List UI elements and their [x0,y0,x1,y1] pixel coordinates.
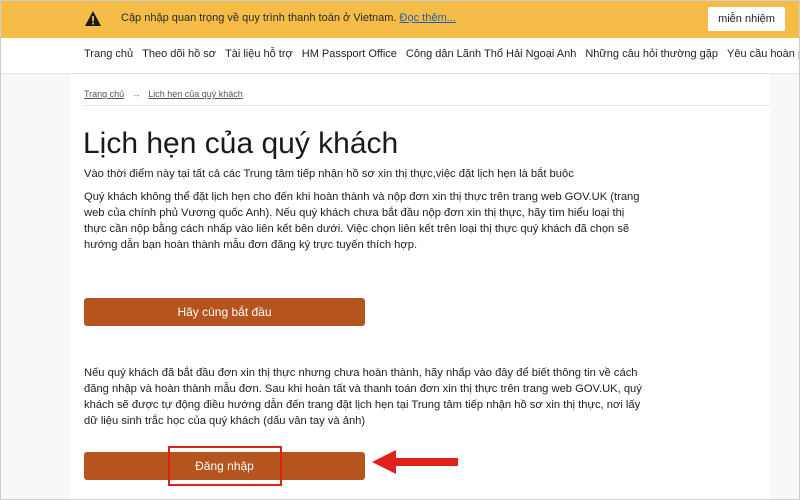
start-button[interactable]: Hãy cùng bắt đầu [84,298,365,326]
dismiss-button[interactable]: miễn nhiệm [708,7,785,31]
login-button[interactable]: Đăng nhập [84,452,365,480]
warning-icon [85,11,101,26]
nav-item-faq[interactable]: Những câu hỏi thường gặp [585,48,718,68]
breadcrumb-separator: → [131,89,141,99]
nav-item-refund[interactable]: Yêu cầu hoàn phí [727,48,800,68]
top-navigation: Trang chủ Theo dõi hồ sơ Tài liệu hỗ trợ… [84,48,800,68]
breadcrumb-home-link[interactable]: Trang chủ [84,89,124,99]
breadcrumb-current-link[interactable]: Lịch hẹn của quý khách [148,89,243,99]
banner-text: Cập nhập quan trọng về quy trình thanh t… [121,12,397,24]
nav-item-overseas-territories[interactable]: Công dân Lãnh Thổ Hải Ngoại Anh [406,48,576,68]
banner-message: Cập nhập quan trọng về quy trình thanh t… [121,12,456,24]
left-arrow-icon [372,450,458,474]
nav-item-support-documents[interactable]: Tài liệu hỗ trợ [225,48,293,68]
nav-item-track-application[interactable]: Theo dõi hồ sơ [142,48,216,68]
instructions-text: Quý khách không thể đặt lịch hẹn cho đến… [84,191,640,251]
intro-text: Vào thời điểm này tại tất cả các Trung t… [84,168,574,180]
page-title: Lịch hẹn của quý khách [83,127,399,160]
nav-divider [0,73,800,74]
nav-item-passport-office[interactable]: HM Passport Office [302,48,397,68]
breadcrumb: Trang chủ → Lịch hẹn của quý khách [84,89,243,99]
read-more-link[interactable]: Đọc thêm... [400,12,456,24]
breadcrumb-divider [84,105,770,106]
alert-banner: Cập nhập quan trọng về quy trình thanh t… [0,0,800,38]
login-info-text: Nếu quý khách đã bắt đầu đơn xin thị thự… [84,367,642,427]
nav-item-home[interactable]: Trang chủ [84,48,133,68]
